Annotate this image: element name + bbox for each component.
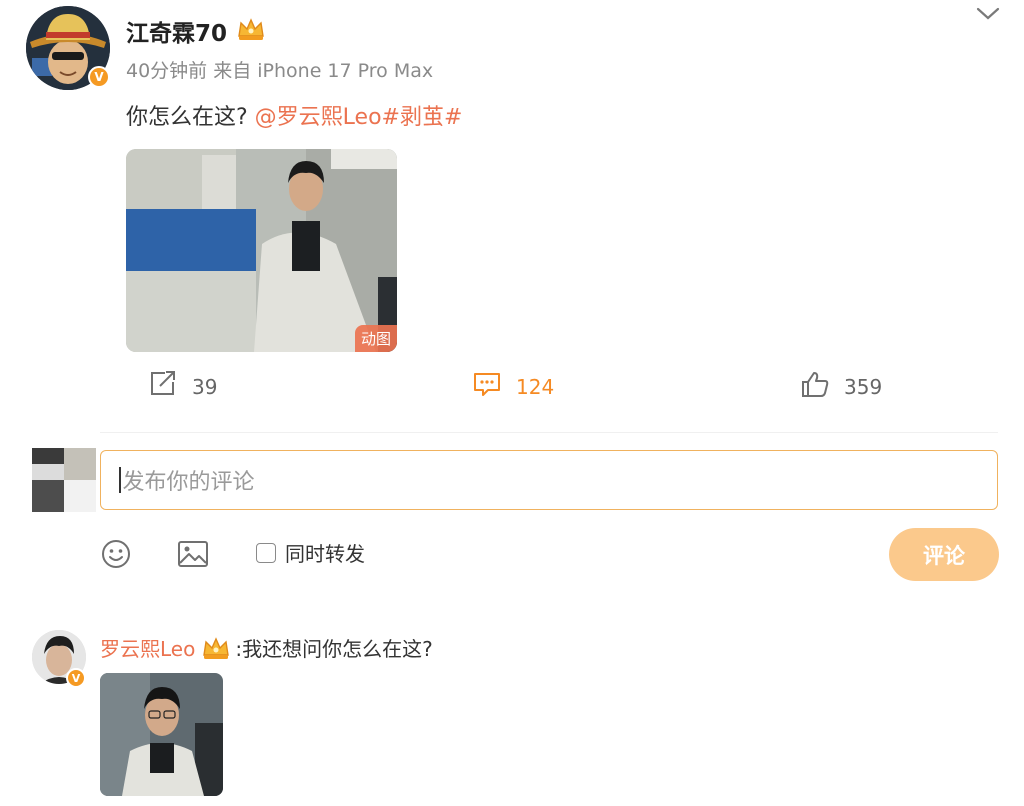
- emoji-icon[interactable]: [100, 538, 132, 574]
- repost-button[interactable]: 39: [148, 370, 217, 403]
- like-count: 359: [844, 374, 883, 399]
- post-gif[interactable]: 动图: [126, 149, 397, 352]
- reply-line: 罗云熙Leo :我还想问你怎么在这?: [100, 633, 433, 662]
- reply-text: :我还想问你怎么在这?: [235, 637, 433, 661]
- mention-link[interactable]: @罗云熙Leo: [255, 105, 382, 130]
- post-meta: 40分钟前 来自 iPhone 17 Pro Max: [126, 60, 434, 82]
- comment-placeholder: 发布你的评论: [122, 469, 255, 494]
- post-text: 你怎么在这? @罗云熙Leo#剥茧#: [126, 99, 462, 131]
- gif-badge: 动图: [354, 325, 397, 352]
- hashtag-link[interactable]: #剥茧#: [382, 105, 463, 130]
- post-text-body: 你怎么在这?: [126, 105, 255, 130]
- chevron-down-icon[interactable]: [974, 4, 1002, 28]
- divider: [100, 432, 998, 433]
- repost-checkbox-label: 同时转发: [285, 542, 365, 566]
- comment-icon: [472, 370, 502, 403]
- comment-input[interactable]: 发布你的评论: [100, 450, 998, 510]
- reply-author-name[interactable]: 罗云熙Leo: [100, 633, 195, 662]
- my-avatar: [32, 448, 96, 512]
- repost-checkbox[interactable]: 同时转发: [256, 538, 365, 567]
- author-name[interactable]: 江奇霖70: [126, 14, 227, 48]
- reply-image[interactable]: [100, 673, 223, 796]
- verified-badge-icon: V: [88, 66, 110, 88]
- post-gif-image: [126, 149, 397, 352]
- repost-icon: [148, 370, 178, 403]
- like-icon: [800, 370, 830, 403]
- like-button[interactable]: 359: [800, 370, 882, 403]
- image-icon[interactable]: [177, 538, 209, 574]
- text-caret: [119, 467, 121, 493]
- reply-image-content: [100, 673, 223, 796]
- verified-badge-icon: V: [66, 668, 86, 688]
- checkbox-box[interactable]: [256, 542, 276, 563]
- repost-count: 39: [192, 374, 218, 399]
- comment-count: 124: [516, 374, 555, 399]
- submit-comment-button[interactable]: 评论: [889, 528, 999, 581]
- crown-icon: [201, 635, 231, 661]
- crown-icon: [236, 16, 266, 46]
- comment-button[interactable]: 124: [472, 370, 554, 403]
